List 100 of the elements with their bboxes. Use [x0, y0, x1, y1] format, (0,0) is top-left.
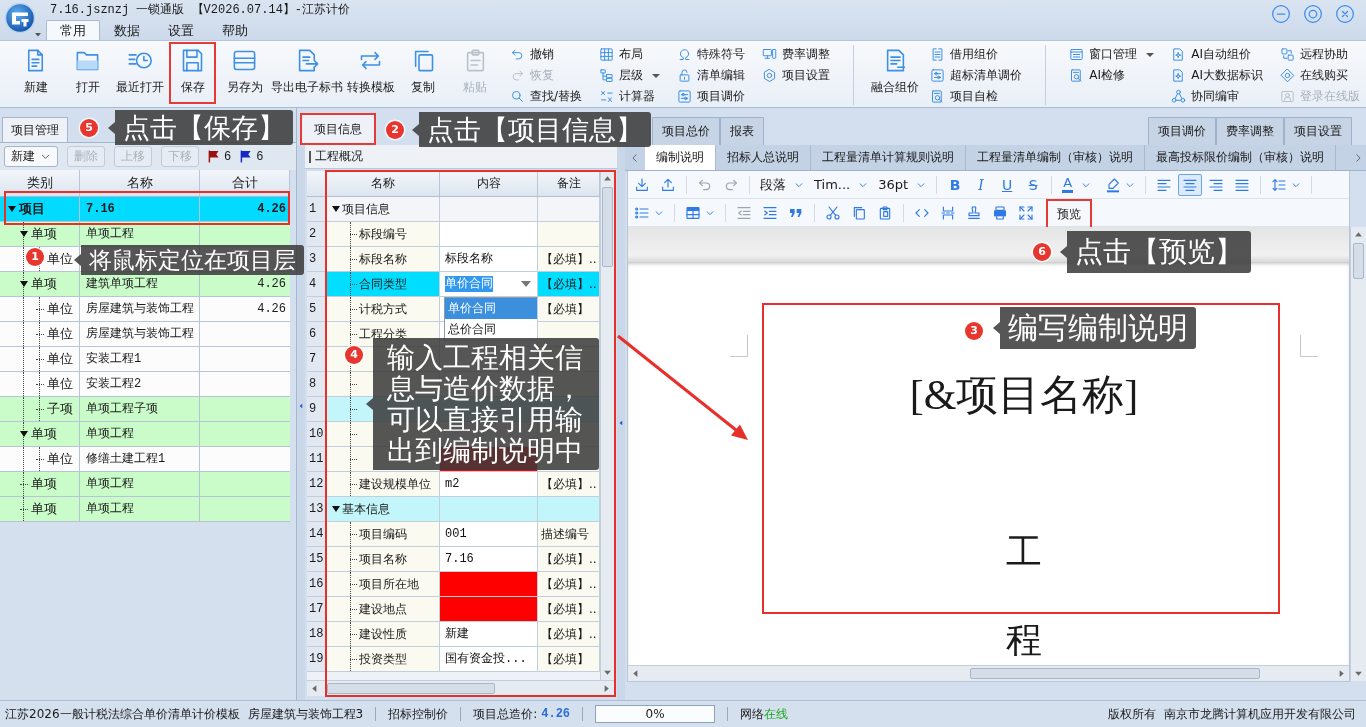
category-label: 单项 — [31, 475, 57, 493]
flag-count: 6 — [224, 149, 232, 164]
annotation-tooltip: 输入工程相关信息与造价数据，可以直接引用输出到编制说明中 — [366, 338, 599, 470]
total-cell: 4.26 — [200, 272, 290, 297]
network-status: 在线 — [764, 705, 789, 723]
category-label: 单位 — [47, 350, 73, 368]
row-number: 8 — [307, 372, 327, 397]
total-value: 4.26 — [541, 707, 571, 721]
field-name: 建设地点 — [359, 601, 407, 618]
step-number-badge: 2 — [386, 121, 404, 139]
field-name: 标段名称 — [359, 251, 407, 268]
total-cell: 4.26 — [200, 197, 290, 222]
annotation-tooltip: 将鼠标定位在项目层 — [74, 245, 304, 275]
name-cell: 7.16 — [80, 197, 200, 222]
field-name: 项目信息 — [342, 201, 390, 218]
name-cell: 单项工程 — [80, 472, 200, 497]
category-label: 单位 — [47, 250, 73, 268]
annotation-tooltip: 编写编制说明 — [993, 307, 1196, 349]
row-number: 7 — [307, 347, 327, 372]
field-name: 标段编号 — [359, 226, 407, 243]
price-type: 招标控制价 — [388, 705, 449, 723]
row-number: 6 — [307, 322, 327, 347]
name-cell: 修缮土建工程1 — [80, 447, 200, 472]
total-cell: 4.26 — [200, 297, 290, 322]
category-label: 单项 — [31, 275, 57, 293]
row-number: 18 — [307, 622, 327, 647]
category-label: 单位 — [47, 375, 73, 393]
company-name: 南京市龙腾计算机应用开发有限公司 — [1164, 705, 1356, 723]
category-label: 子项 — [47, 400, 73, 418]
note-cell: 【必填】 — [538, 297, 600, 322]
field-name: 基本信息 — [342, 501, 390, 518]
row-number: 2 — [307, 222, 327, 247]
name-cell: 单项工程 — [80, 422, 200, 447]
note-cell: 【必填】.. — [538, 622, 600, 647]
row-number: 19 — [307, 647, 327, 672]
row-number: 1 — [307, 197, 327, 222]
category-label: 单位 — [47, 450, 73, 468]
name-cell: 房屋建筑与装饰工程 — [80, 322, 200, 347]
field-name: 合同类型 — [359, 276, 407, 293]
annotation-tooltip: 点击【预览】 — [1060, 231, 1251, 273]
step-number-badge: 5 — [80, 119, 98, 137]
step-number-badge: 1 — [26, 248, 44, 266]
note-cell: 【必填】.. — [538, 572, 600, 597]
note-cell: 【必填】.. — [538, 272, 600, 297]
name-cell: 单项工程 — [80, 497, 200, 522]
name-cell: 单项工程 — [80, 222, 200, 247]
row-number: 16 — [307, 572, 327, 597]
row-number: 10 — [307, 422, 327, 447]
note-cell: 【必填】.. — [538, 597, 600, 622]
field-name: 计税方式 — [359, 301, 407, 318]
row-number: 4 — [307, 272, 327, 297]
note-cell: 描述编号 — [538, 522, 600, 547]
row-number: 17 — [307, 597, 327, 622]
row-number: 14 — [307, 522, 327, 547]
step-number-badge: 4 — [345, 346, 363, 364]
total-label: 项目总造价: — [473, 705, 538, 723]
annotation-tooltip: 点击【保存】 — [108, 110, 293, 145]
field-name: 项目名称 — [359, 551, 407, 568]
window-title: 7.16.jsznzj 一锁通版 【V2026.07.14】-江苏计价 — [49, 2, 351, 19]
section-title: 工程概况 — [315, 148, 363, 165]
row-number: 12 — [307, 472, 327, 497]
name-cell: 安装工程2 — [80, 372, 200, 397]
name-cell: 安装工程1 — [80, 347, 200, 372]
step-number-badge: 3 — [965, 322, 983, 340]
progress-text: 0% — [644, 706, 666, 722]
row-number: 11 — [307, 447, 327, 472]
step-number-badge: 6 — [1033, 243, 1051, 261]
category-label: 项目 — [19, 200, 45, 218]
document-text: 程 — [1006, 619, 1042, 662]
column-header: 名称 — [80, 170, 200, 196]
field-name: 投资类型 — [359, 651, 407, 668]
category-label: 单项 — [31, 225, 57, 243]
column-header: 内容 — [440, 171, 538, 196]
category-label: 单位 — [47, 325, 73, 343]
row-number: 3 — [307, 247, 327, 272]
name-cell: 建筑单项工程 — [80, 272, 200, 297]
column-header: 合计 — [200, 170, 290, 196]
note-cell: 【必填】 — [538, 647, 600, 672]
flag-count: 6 — [256, 149, 264, 164]
field-name: 建设性质 — [359, 626, 407, 643]
column-header: 类别 — [0, 170, 80, 196]
document-heading: [&项目名称] — [909, 371, 1139, 420]
template-name: 江苏2026一般计税法综合单价清单计价模板 — [5, 705, 240, 723]
name-cell: 单项工程子项 — [80, 397, 200, 422]
name-cell: 房屋建筑与装饰工程 — [80, 297, 200, 322]
category-label: 单项 — [31, 500, 57, 518]
note-cell: 【必填】.. — [538, 547, 600, 572]
field-name: 项目编码 — [359, 526, 407, 543]
category-label: 单位 — [47, 300, 73, 318]
column-header: 名称 — [327, 171, 440, 196]
network-label: 网络 — [740, 705, 765, 723]
row-number: 9 — [307, 397, 327, 422]
note-cell: 【必填】.. — [538, 247, 600, 272]
row-number: 15 — [307, 547, 327, 572]
field-name: 项目所在地 — [359, 576, 419, 593]
annotation-tooltip: 点击【项目信息】 — [412, 112, 651, 147]
field-name: 建设规模单位 — [359, 476, 431, 493]
document-text: 工 — [1006, 531, 1042, 574]
copyright-label: 版权所有 — [1108, 705, 1156, 723]
note-cell: 【必填】.. — [538, 472, 600, 497]
